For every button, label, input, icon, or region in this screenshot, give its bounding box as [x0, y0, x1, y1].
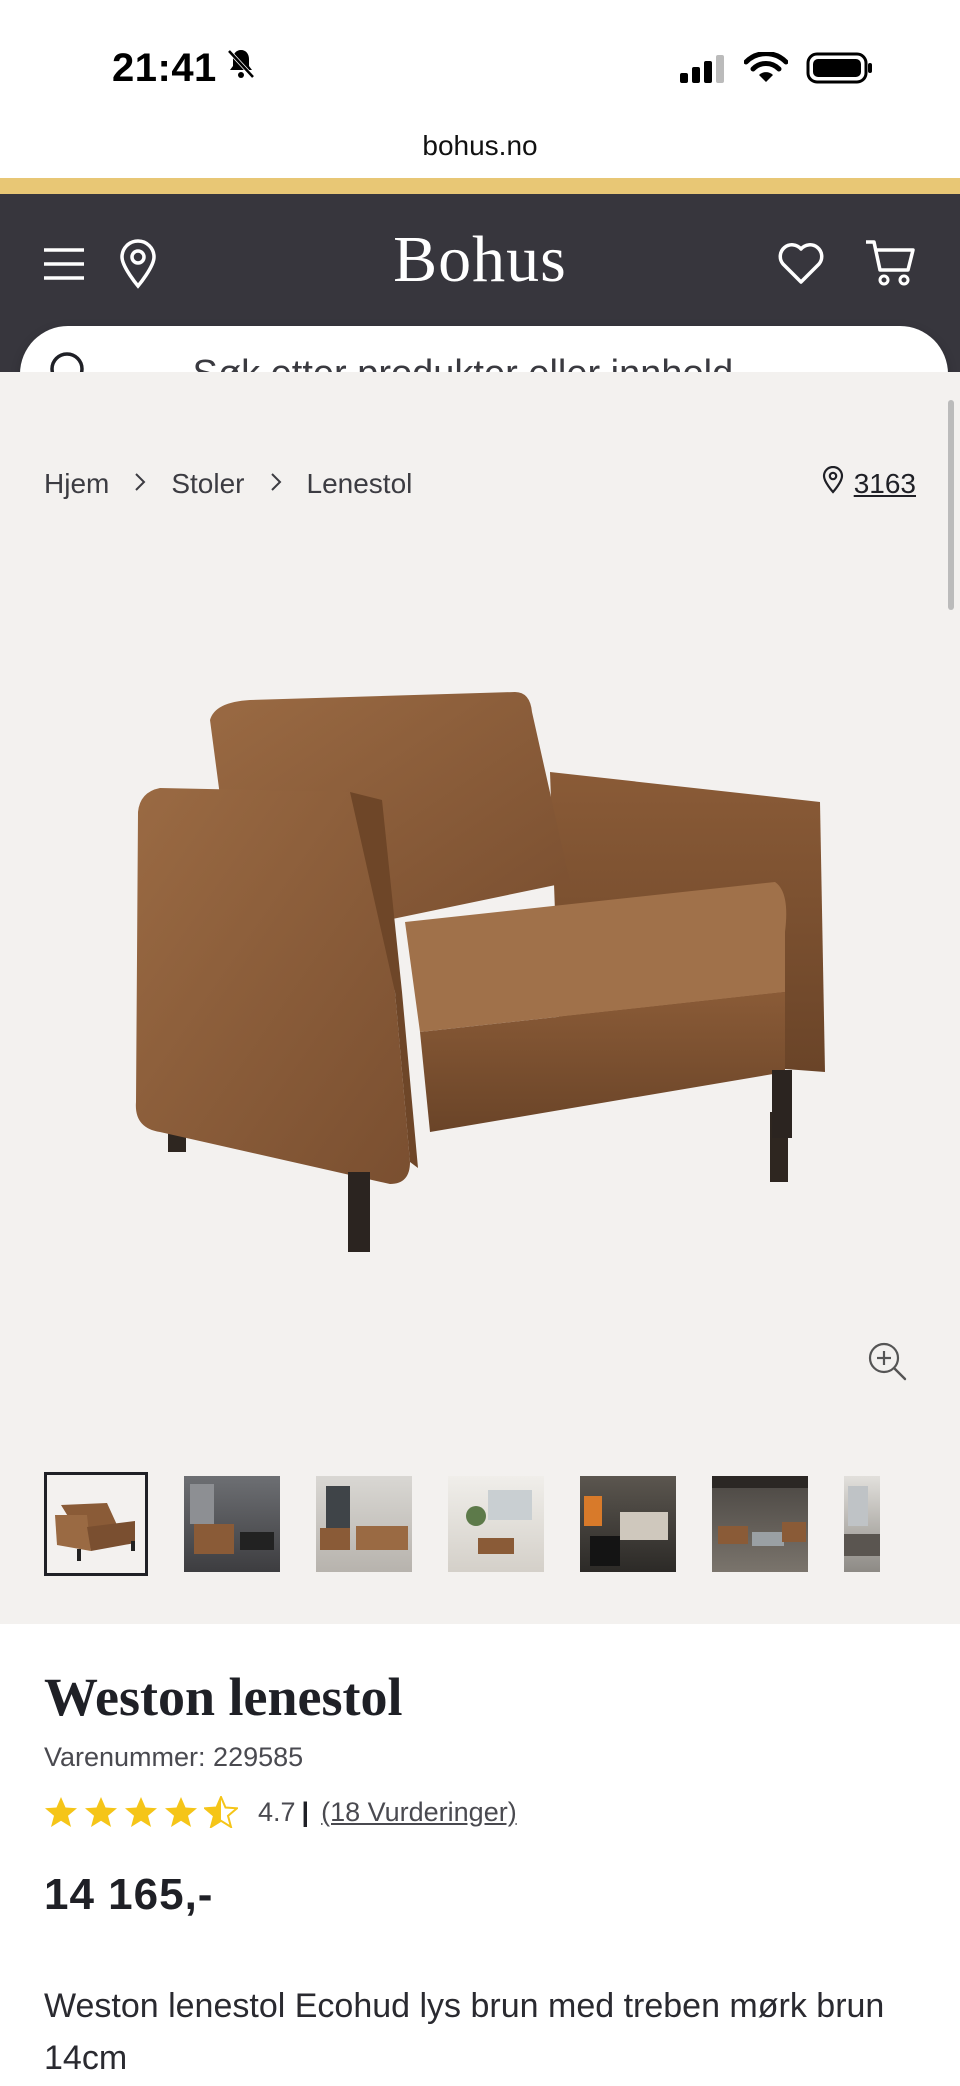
product-sku: Varenummer: 229585 [44, 1742, 304, 1772]
thumbnail-living-room-3[interactable] [448, 1476, 544, 1572]
location-pin-icon [822, 465, 844, 501]
reviews-link[interactable]: (18 Vurderinger) [321, 1797, 517, 1828]
thumbnail-living-room-2[interactable] [316, 1476, 412, 1572]
chevron-right-icon [269, 468, 283, 500]
status-icons [678, 51, 874, 89]
breadcrumb-home[interactable]: Hjem [44, 468, 109, 500]
rating-value: 4.7 [258, 1796, 296, 1827]
wifi-icon [743, 51, 789, 89]
product-description: Weston lenestol Ecohud lys brun med treb… [44, 1987, 885, 2077]
accent-strip [0, 178, 960, 194]
thumbnail-chair-front[interactable] [44, 1472, 148, 1576]
wishlist-heart-icon[interactable] [776, 240, 826, 286]
browser-url[interactable]: bohus.no [0, 130, 960, 162]
store-selector[interactable]: 3163 [822, 465, 916, 501]
star-icon [45, 1797, 77, 1827]
battery-icon [806, 52, 874, 89]
product-rating: 4.7 | (18 Vurderinger) [44, 1796, 517, 1828]
thumbnail-living-room-1[interactable] [184, 1476, 280, 1572]
star-icon [165, 1797, 197, 1827]
thumbnail-living-room-5[interactable] [712, 1476, 808, 1572]
star-icon [125, 1797, 157, 1827]
cart-icon[interactable] [864, 238, 916, 288]
status-time: 21:41 [112, 46, 217, 90]
bell-off-icon [225, 46, 257, 91]
status-bar: 21:41 bohus.no [0, 0, 960, 161]
status-clock: 21:41 [112, 46, 257, 91]
star-icon [85, 1797, 117, 1827]
thumbnail-strip [44, 1472, 880, 1576]
product-image-armchair[interactable] [120, 692, 840, 1292]
product-gallery: Hjem Stoler Lenestol 3163 [0, 372, 960, 1624]
chevron-right-icon [133, 468, 147, 500]
cellular-signal-icon [678, 53, 726, 88]
thumbnail-living-room-4[interactable] [580, 1476, 676, 1572]
star-half-icon [204, 1796, 238, 1828]
product-info: Weston lenestol Varenummer: 229585 4.7 |… [0, 1624, 960, 2086]
product-title: Weston lenestol [44, 1667, 403, 1727]
store-number[interactable]: 3163 [854, 468, 916, 500]
breadcrumb-lenestol[interactable]: Lenestol [307, 468, 413, 500]
breadcrumb-stoler[interactable]: Stoler [171, 468, 244, 500]
thumbnail-living-room-6[interactable] [844, 1476, 880, 1572]
zoom-in-icon[interactable] [866, 1340, 908, 1387]
breadcrumb: Hjem Stoler Lenestol [44, 468, 412, 500]
rating-separator: | [301, 1796, 310, 1827]
product-price: 14 165,- [44, 1870, 214, 1919]
rating-stars [44, 1796, 238, 1828]
page-scrollbar[interactable] [948, 400, 954, 610]
